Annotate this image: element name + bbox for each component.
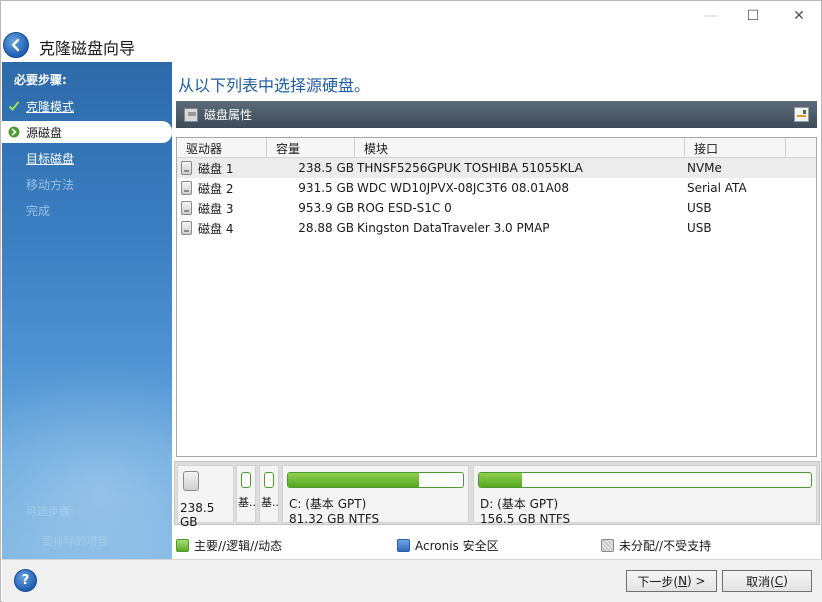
- disk-rows: 磁盘 1 238.5 GB THNSF5256GPUK TOSHIBA 5105…: [177, 158, 816, 238]
- green-swatch-icon: [176, 539, 189, 552]
- cancel-button[interactable]: 取消(C): [722, 570, 812, 592]
- step-finish: 完成: [2, 199, 172, 221]
- disk-map-partition-d[interactable]: D: (基本 GPT) 156.5 GB NTFS: [473, 465, 817, 526]
- disk-icon: [181, 221, 192, 235]
- checkmark-icon: [2, 100, 26, 112]
- step-source-disk[interactable]: 源磁盘: [2, 121, 172, 143]
- maximize-button[interactable]: ☐: [731, 5, 775, 27]
- disk-map-small-partition[interactable]: 基...: [259, 465, 279, 523]
- disk-icon: [181, 161, 192, 175]
- usage-fill: [288, 473, 420, 487]
- disk-map-capacity: 238.5 GB: [180, 501, 215, 529]
- wizard-title: 克隆磁盘向导: [39, 39, 136, 58]
- steps-heading: 必要步骤:: [14, 73, 67, 87]
- wizard-window: — ☐ ✕ 克隆磁盘向导 必要步骤: 克隆模式 源磁盘 目标磁盘 移动方法 完成…: [0, 0, 822, 602]
- column-drive[interactable]: 驱动器: [177, 138, 267, 158]
- step-label: 完成: [26, 203, 51, 218]
- disk-properties-icon: [184, 107, 198, 122]
- arrow-right-icon: [2, 126, 26, 138]
- table-row[interactable]: 磁盘 1 238.5 GB THNSF5256GPUK TOSHIBA 5105…: [177, 158, 816, 178]
- step-label: 目标磁盘: [26, 151, 75, 166]
- arrow-left-icon: [11, 38, 20, 52]
- next-button[interactable]: 下一步(N) >: [626, 570, 717, 592]
- table-row[interactable]: 磁盘 3 953.9 GB ROG ESD-S1C 0 USB: [177, 198, 816, 218]
- disk-properties-label: 磁盘属性: [204, 108, 253, 122]
- step-target-disk[interactable]: 目标磁盘: [2, 147, 172, 169]
- column-model[interactable]: 模块: [355, 138, 685, 158]
- disk-icon: [181, 201, 192, 215]
- button-bar: ? 下一步(N) > 取消(C): [2, 559, 822, 602]
- step-move-method: 移动方法: [2, 173, 172, 195]
- disk-properties-bar[interactable]: 磁盘属性: [176, 101, 817, 128]
- column-interface[interactable]: 接口: [685, 138, 786, 158]
- step-label: 源磁盘: [26, 125, 63, 140]
- table-row[interactable]: 磁盘 4 28.88 GB Kingston DataTraveler 3.0 …: [177, 218, 816, 238]
- disk-list-header: 驱动器 容量 模块 接口: [177, 138, 816, 158]
- blue-swatch-icon: [397, 539, 410, 552]
- usage-fill: [479, 473, 523, 487]
- legend-unallocated: 未分配//不受支持: [601, 537, 711, 554]
- help-icon[interactable]: ?: [14, 569, 37, 592]
- back-button[interactable]: [3, 32, 29, 58]
- table-row[interactable]: 磁盘 2 931.5 GB WDC WD10JPVX-08JC3T6 08.01…: [177, 178, 816, 198]
- column-capacity[interactable]: 容量: [267, 138, 355, 158]
- legend-primary: 主要//逻辑//动态: [176, 537, 282, 554]
- disk-map-partition-c[interactable]: C: (基本 GPT) 81.32 GB NTFS: [282, 465, 469, 526]
- properties-toggle-icon[interactable]: [794, 107, 809, 122]
- disk-list[interactable]: 驱动器 容量 模块 接口 磁盘 1 238.5 GB THNSF5256GPUK…: [176, 137, 817, 457]
- disk-map-small-partition[interactable]: 基...: [236, 465, 256, 523]
- disk-map: 238.5 GB 基... 基... C: (基本 GPT) 81.32 GB …: [174, 461, 820, 529]
- step-clone-mode[interactable]: 克隆模式: [2, 95, 172, 117]
- steps-sidebar: 必要步骤: 克隆模式 源磁盘 目标磁盘 移动方法 完成 可选步骤: 要排除的项目: [2, 62, 172, 559]
- step-label: 移动方法: [26, 177, 75, 192]
- disk-icon: [183, 471, 199, 491]
- close-button[interactable]: ✕: [777, 5, 821, 27]
- minimize-button[interactable]: —: [689, 5, 733, 27]
- gray-swatch-icon: [601, 539, 614, 552]
- legend-acronis: Acronis 安全区: [397, 537, 499, 554]
- step-label: 克隆模式: [26, 99, 75, 114]
- disk-map-disk: 238.5 GB: [177, 465, 234, 529]
- optional-step-exclude: 要排除的项目: [42, 535, 108, 548]
- instruction-text: 从以下列表中选择源硬盘。: [178, 76, 371, 95]
- disk-icon: [181, 181, 192, 195]
- optional-steps-heading: 可选步骤:: [26, 505, 74, 518]
